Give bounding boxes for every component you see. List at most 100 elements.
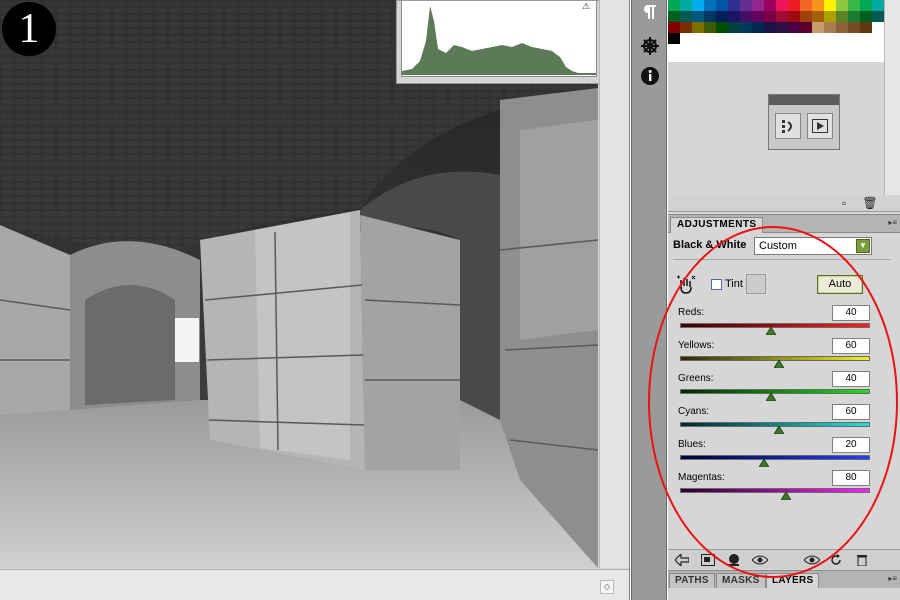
swatch-grid[interactable] [668, 0, 886, 62]
color-swatch[interactable] [668, 33, 680, 44]
color-swatch[interactable] [764, 22, 776, 33]
slider-value-input[interactable]: 40 [832, 371, 870, 387]
color-swatch[interactable] [764, 0, 776, 11]
color-swatch[interactable] [704, 11, 716, 22]
color-swatch[interactable] [848, 22, 860, 33]
color-swatch[interactable] [800, 11, 812, 22]
color-swatch[interactable] [872, 22, 884, 33]
color-swatch[interactable] [692, 0, 704, 11]
color-swatch[interactable] [836, 0, 848, 11]
info-icon[interactable] [638, 64, 662, 88]
color-swatch[interactable] [812, 11, 824, 22]
color-swatch[interactable] [728, 22, 740, 33]
tab-masks[interactable]: MASKS [716, 573, 766, 589]
expand-view-icon[interactable] [700, 552, 716, 568]
panel-menu-icon[interactable]: ▸≡ [888, 574, 897, 583]
paragraph-icon[interactable] [638, 0, 662, 24]
slider-value-input[interactable]: 40 [832, 305, 870, 321]
color-swatch[interactable] [728, 0, 740, 11]
color-swatch[interactable] [668, 11, 680, 22]
visibility-eye-icon[interactable] [752, 552, 768, 568]
tab-layers[interactable]: LAYERS [766, 573, 820, 589]
slider-track[interactable] [680, 488, 870, 493]
color-swatch[interactable] [860, 22, 872, 33]
color-swatch[interactable] [668, 22, 680, 33]
color-swatch[interactable] [668, 0, 680, 11]
color-swatch[interactable] [836, 22, 848, 33]
color-swatch[interactable] [872, 11, 884, 22]
color-swatch[interactable] [788, 11, 800, 22]
swatches-scrollbar[interactable] [884, 0, 900, 196]
color-swatch[interactable] [824, 11, 836, 22]
color-swatch[interactable] [824, 22, 836, 33]
color-swatch[interactable] [740, 0, 752, 11]
panel-menu-icon[interactable]: ▸≡ [888, 218, 897, 227]
previous-state-icon[interactable] [804, 552, 820, 568]
actions-play-icon[interactable] [807, 113, 833, 139]
color-swatch[interactable] [776, 22, 788, 33]
slider-thumb[interactable] [766, 327, 777, 335]
color-swatch[interactable] [716, 11, 728, 22]
color-swatch[interactable] [692, 22, 704, 33]
trash-icon[interactable]: 🗑 [862, 195, 878, 211]
color-swatch[interactable] [788, 22, 800, 33]
slider-thumb[interactable] [773, 426, 784, 434]
color-swatch[interactable] [680, 11, 692, 22]
color-swatch[interactable] [812, 0, 824, 11]
color-swatch[interactable] [776, 0, 788, 11]
chevron-down-icon[interactable]: ▼ [856, 239, 870, 253]
history-icon[interactable] [775, 113, 801, 139]
slider-thumb[interactable] [758, 459, 769, 467]
color-swatch[interactable] [704, 22, 716, 33]
targeted-adjustment-hand-icon[interactable] [676, 275, 696, 295]
color-swatch[interactable] [776, 11, 788, 22]
color-swatch[interactable] [860, 0, 872, 11]
color-swatch[interactable] [788, 0, 800, 11]
color-swatch[interactable] [752, 11, 764, 22]
tint-checkbox[interactable] [711, 279, 722, 290]
warning-icon[interactable]: ⚠ [579, 1, 593, 11]
slider-value-input[interactable]: 60 [832, 404, 870, 420]
color-swatch[interactable] [812, 22, 824, 33]
color-swatch[interactable] [704, 0, 716, 11]
vertical-scrollbar[interactable] [599, 0, 629, 568]
tab-paths[interactable]: PATHS [669, 573, 715, 589]
color-swatch[interactable] [860, 11, 872, 22]
color-swatch[interactable] [716, 22, 728, 33]
color-swatch[interactable] [752, 22, 764, 33]
color-swatch[interactable] [848, 11, 860, 22]
color-swatch[interactable] [680, 0, 692, 11]
color-swatch[interactable] [764, 11, 776, 22]
tint-color-swatch[interactable] [746, 274, 766, 294]
slider-value-input[interactable]: 60 [832, 338, 870, 354]
color-swatch[interactable] [800, 22, 812, 33]
slider-value-input[interactable]: 20 [832, 437, 870, 453]
slider-thumb[interactable] [773, 360, 784, 368]
color-swatch[interactable] [728, 11, 740, 22]
color-swatch[interactable] [680, 22, 692, 33]
preset-dropdown[interactable]: Custom ▼ [754, 237, 872, 255]
color-swatch[interactable] [848, 0, 860, 11]
slider-thumb[interactable] [766, 393, 777, 401]
horizontal-scrollbar[interactable]: ◇ [0, 569, 629, 600]
document-canvas[interactable]: 1 ⚠ ◇ [0, 0, 630, 600]
tab-adjustments[interactable]: ADJUSTMENTS [670, 217, 764, 233]
color-swatch[interactable] [692, 11, 704, 22]
color-swatch[interactable] [836, 11, 848, 22]
auto-button[interactable]: Auto [817, 275, 863, 294]
new-swatch-icon[interactable]: ▫ [836, 195, 852, 211]
color-swatch[interactable] [740, 22, 752, 33]
navigator-icon[interactable] [638, 34, 662, 58]
color-swatch[interactable] [716, 0, 728, 11]
color-swatch[interactable] [872, 0, 884, 11]
color-swatch[interactable] [752, 0, 764, 11]
slider-value-input[interactable]: 80 [832, 470, 870, 486]
color-swatch[interactable] [824, 0, 836, 11]
trash-icon[interactable] [854, 552, 870, 568]
slider-thumb[interactable] [781, 492, 792, 500]
color-swatch[interactable] [800, 0, 812, 11]
scroll-arrow-icon[interactable]: ◇ [600, 580, 614, 594]
clip-layer-icon[interactable] [726, 552, 742, 568]
slider-track[interactable] [680, 455, 870, 460]
color-swatch[interactable] [740, 11, 752, 22]
